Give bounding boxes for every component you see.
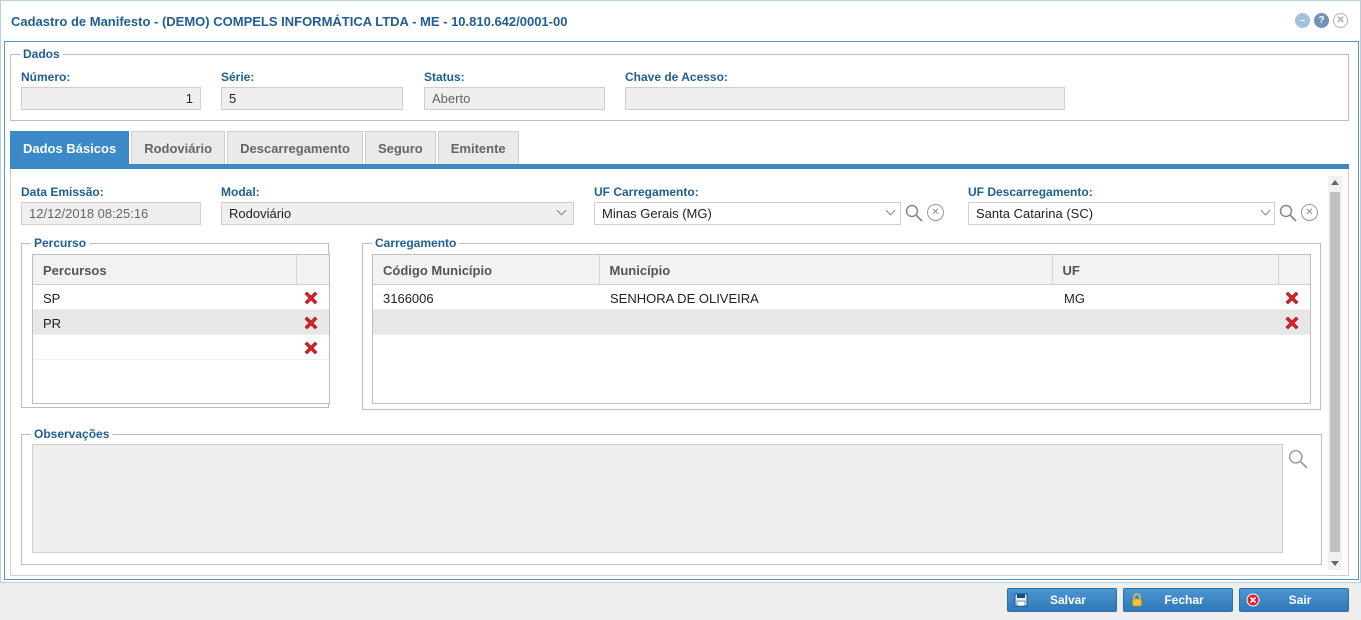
data-emissao-field[interactable]: 12/12/2018 08:25:16 bbox=[21, 202, 201, 225]
scroll-thumb[interactable] bbox=[1330, 192, 1340, 552]
serie-field[interactable]: 5 bbox=[221, 87, 403, 110]
percurso-grid: Percursos SP PR bbox=[32, 254, 330, 404]
table-row[interactable] bbox=[33, 335, 329, 360]
percurso-grid-header: Percursos bbox=[33, 255, 329, 285]
municipio-cell bbox=[600, 310, 1054, 335]
title-icons: – ? ✕ bbox=[1295, 13, 1348, 28]
municipio-cell: SENHORA DE OLIVEIRA bbox=[610, 291, 759, 306]
uf-cell bbox=[1054, 310, 1281, 335]
exit-button-label: Sair bbox=[1288, 593, 1312, 607]
numero-field[interactable]: 1 bbox=[21, 87, 201, 110]
close-button[interactable]: Fechar bbox=[1123, 588, 1233, 612]
carregamento-legend: Carregamento bbox=[375, 236, 457, 250]
percurso-cell: SP bbox=[43, 291, 61, 306]
uf-carregamento-select[interactable]: Minas Gerais (MG) bbox=[594, 202, 901, 225]
chave-acesso-label: Chave de Acesso: bbox=[625, 70, 728, 84]
tab-seguro[interactable]: Seguro bbox=[364, 131, 436, 164]
observacoes-legend: Observações bbox=[34, 427, 110, 441]
codigo-municipio-column-header[interactable]: Código Município bbox=[373, 255, 600, 285]
modal-value: Rodoviário bbox=[229, 206, 292, 221]
codigo-municipio-cell bbox=[373, 310, 600, 335]
uf-descarregamento-select[interactable]: Santa Catarina (SC) bbox=[968, 202, 1275, 225]
exit-icon bbox=[1246, 593, 1260, 607]
dados-legend: Dados bbox=[23, 47, 60, 61]
save-button[interactable]: Salvar bbox=[1007, 588, 1117, 612]
carregamento-action-column-header bbox=[1279, 255, 1310, 285]
uf-carregamento-value: Minas Gerais (MG) bbox=[602, 206, 712, 221]
delete-icon[interactable] bbox=[1283, 314, 1301, 332]
carregamento-grid: Código Município Município UF 3166006 SE… bbox=[372, 254, 1311, 404]
data-emissao-label: Data Emissão: bbox=[21, 185, 104, 199]
table-row[interactable]: 3166006 SENHORA DE OLIVEIRA MG bbox=[373, 285, 1310, 310]
delete-icon[interactable] bbox=[302, 339, 320, 357]
delete-icon[interactable] bbox=[302, 314, 320, 332]
status-label: Status: bbox=[424, 70, 465, 84]
save-icon bbox=[1014, 593, 1028, 607]
tab-bar: Dados Básicos Rodoviário Descarregamento… bbox=[10, 131, 519, 164]
uf-cell: MG bbox=[1064, 291, 1085, 306]
chave-acesso-field[interactable] bbox=[625, 87, 1065, 110]
uf-descarregamento-label: UF Descarregamento: bbox=[968, 185, 1093, 199]
uf-column-header[interactable]: UF bbox=[1053, 255, 1280, 285]
delete-icon[interactable] bbox=[1283, 289, 1301, 307]
uf-descarregamento-value: Santa Catarina (SC) bbox=[976, 206, 1094, 221]
codigo-municipio-cell: 3166006 bbox=[383, 291, 434, 306]
manifest-window: Cadastro de Manifesto - (DEMO) COMPELS I… bbox=[0, 0, 1361, 583]
uf-carregamento-label: UF Carregamento: bbox=[594, 185, 699, 199]
close-button-label: Fechar bbox=[1164, 593, 1204, 607]
help-icon[interactable]: ? bbox=[1314, 13, 1329, 28]
table-row[interactable]: SP bbox=[33, 285, 329, 310]
modal-label: Modal: bbox=[221, 185, 260, 199]
table-row[interactable]: PR bbox=[33, 310, 329, 335]
table-row[interactable] bbox=[373, 310, 1310, 335]
numero-label: Número: bbox=[21, 70, 71, 84]
uf-carregamento-clear-icon[interactable]: ✕ bbox=[927, 204, 944, 221]
serie-label: Série: bbox=[221, 70, 255, 84]
carregamento-grid-header: Código Município Município UF bbox=[373, 255, 1310, 285]
percurso-cell bbox=[33, 335, 53, 360]
delete-icon[interactable] bbox=[302, 289, 320, 307]
status-field[interactable]: Aberto bbox=[424, 87, 605, 110]
uf-carregamento-search-icon[interactable] bbox=[905, 204, 923, 222]
observacoes-textarea[interactable] bbox=[32, 444, 1283, 553]
uf-descarregamento-clear-icon[interactable]: ✕ bbox=[1301, 204, 1318, 221]
tab-emitente[interactable]: Emitente bbox=[437, 131, 519, 164]
save-button-label: Salvar bbox=[1049, 593, 1087, 607]
modal-select[interactable]: Rodoviário bbox=[221, 202, 574, 225]
panel-scrollbar[interactable] bbox=[1328, 176, 1342, 570]
tab-rodoviario[interactable]: Rodoviário bbox=[131, 131, 226, 164]
scroll-down-icon[interactable] bbox=[1331, 561, 1339, 566]
municipio-column-header[interactable]: Município bbox=[600, 255, 1053, 285]
tab-dados-basicos[interactable]: Dados Básicos bbox=[10, 131, 130, 164]
uf-descarregamento-search-icon[interactable] bbox=[1279, 204, 1297, 222]
scroll-up-icon[interactable] bbox=[1331, 180, 1339, 185]
minimize-icon[interactable]: – bbox=[1295, 13, 1310, 28]
lock-icon bbox=[1132, 593, 1142, 607]
title-bar: Cadastro de Manifesto - (DEMO) COMPELS I… bbox=[1, 1, 1360, 41]
percursos-column-header[interactable]: Percursos bbox=[33, 255, 298, 285]
percursos-action-column-header bbox=[297, 255, 329, 285]
percurso-cell: PR bbox=[43, 316, 62, 331]
observacoes-search-icon[interactable] bbox=[1288, 449, 1308, 469]
close-icon[interactable]: ✕ bbox=[1333, 13, 1348, 28]
window-title: Cadastro de Manifesto - (DEMO) COMPELS I… bbox=[11, 14, 568, 29]
tab-descarregamento[interactable]: Descarregamento bbox=[227, 131, 363, 164]
exit-button[interactable]: Sair bbox=[1239, 588, 1349, 612]
percurso-legend: Percurso bbox=[34, 236, 87, 250]
